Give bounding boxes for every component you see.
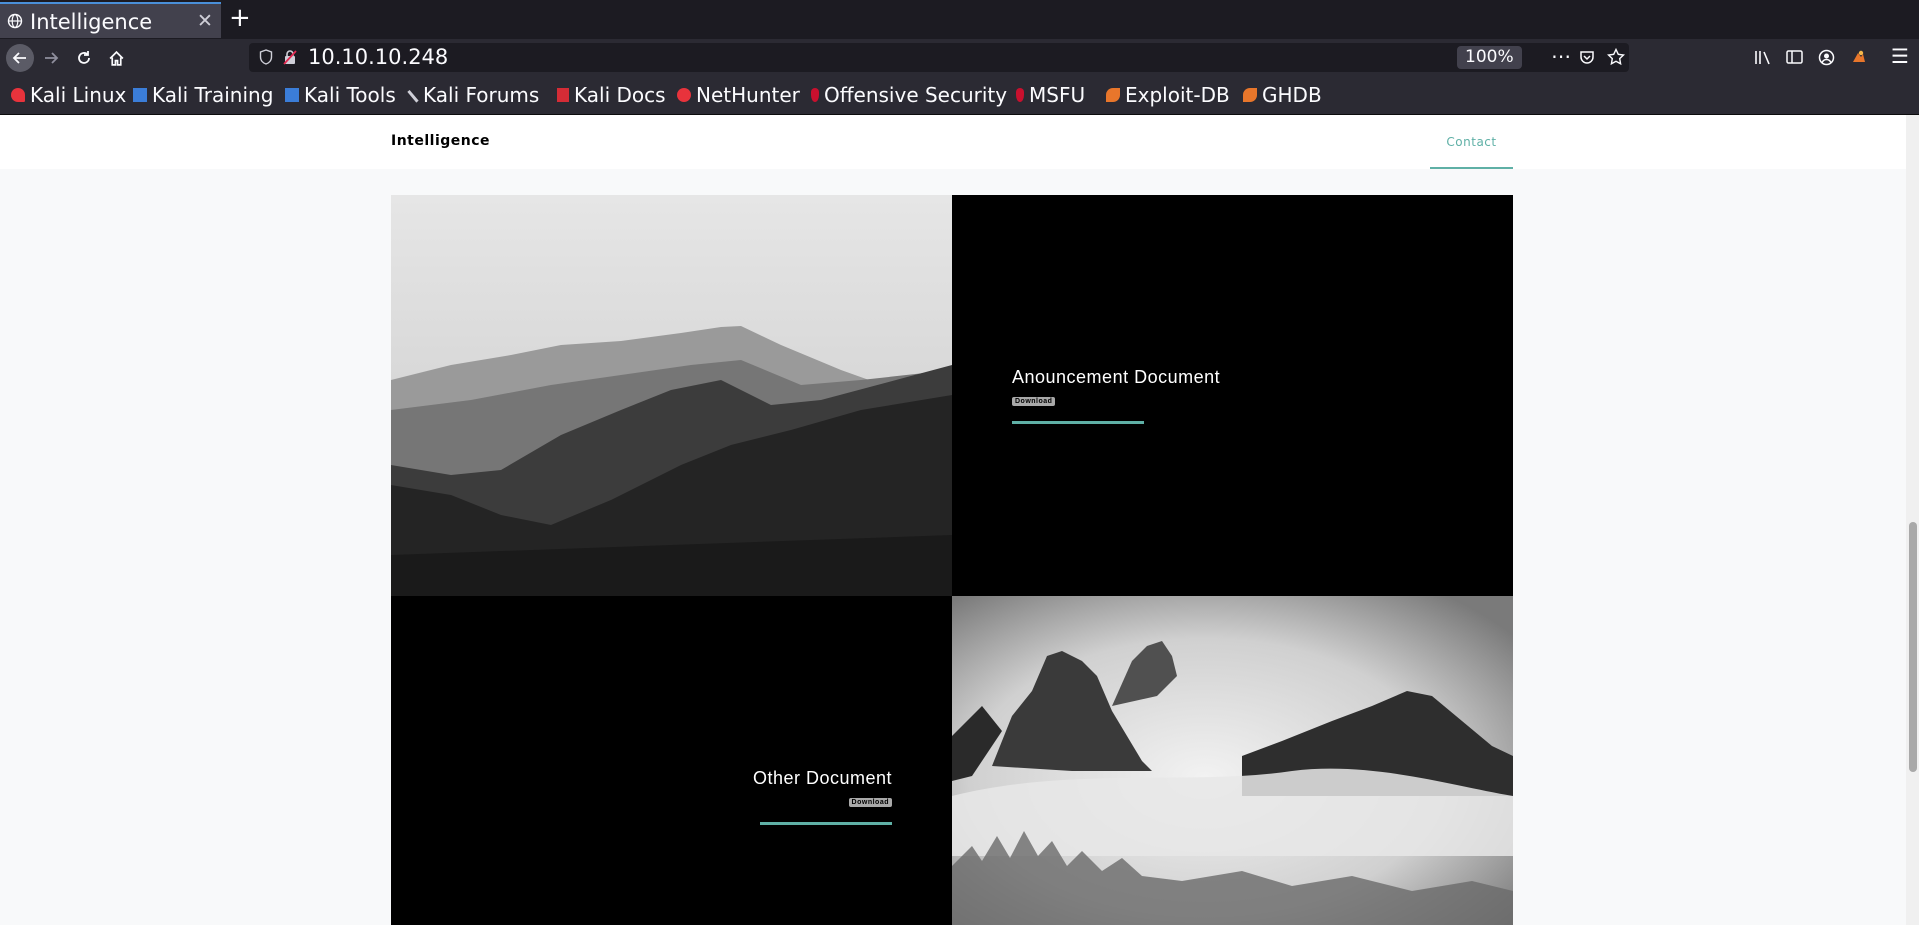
arrow-right-icon xyxy=(45,52,59,64)
pocket-icon[interactable] xyxy=(1579,49,1595,65)
accent-divider xyxy=(760,822,892,825)
bookmark-exploit-db[interactable]: Exploit-DB xyxy=(1106,83,1230,107)
msfu-icon xyxy=(1016,88,1024,102)
kali-tools-icon xyxy=(285,88,299,102)
tab-intelligence[interactable]: Intelligence ✕ xyxy=(0,2,221,38)
shield-icon xyxy=(259,49,273,65)
back-button[interactable] xyxy=(6,44,34,72)
bookmark-kali-tools[interactable]: Kali Tools xyxy=(285,83,396,107)
bookmark-kali-forums[interactable]: Kali Forums xyxy=(407,83,539,107)
forward-button[interactable] xyxy=(38,45,64,71)
kali-dragon-icon xyxy=(11,88,25,102)
arrow-left-icon xyxy=(12,52,26,64)
tab-strip: Intelligence ✕ + xyxy=(0,0,1919,39)
bookmark-offensive-security[interactable]: Offensive Security xyxy=(811,83,1007,107)
tab-title: Intelligence xyxy=(30,10,153,34)
announcement-document-card: Anouncement Document Download xyxy=(952,195,1513,596)
offsec-icon xyxy=(811,88,819,102)
bookmark-nethunter[interactable]: NetHunter xyxy=(677,83,800,107)
globe-icon xyxy=(7,13,23,29)
url-text: 10.10.10.248 xyxy=(308,45,449,69)
site-brand[interactable]: Intelligence xyxy=(391,133,490,149)
document-title: Anouncement Document xyxy=(1012,367,1221,387)
library-icon[interactable] xyxy=(1754,49,1772,66)
page-content: Intelligence Contact Anouncement Documen… xyxy=(0,115,1906,925)
exploit-db-icon xyxy=(1106,88,1120,102)
scrollbar-thumb[interactable] xyxy=(1909,522,1917,772)
star-bookmark-icon[interactable] xyxy=(1607,48,1625,66)
download-button[interactable]: Download xyxy=(1012,397,1056,406)
mountain-ridges-photo xyxy=(391,195,952,596)
nav-contact-link[interactable]: Contact xyxy=(1430,115,1513,169)
url-bar[interactable]: 10.10.10.248 100% ⋯ xyxy=(249,43,1629,72)
accent-divider xyxy=(1012,421,1144,424)
menu-hamburger-icon[interactable]: ☰ xyxy=(1891,44,1909,68)
other-document-card: Other Document Download xyxy=(391,596,952,925)
mountain-image xyxy=(391,195,952,596)
home-icon xyxy=(109,50,123,66)
page-scrollbar[interactable] xyxy=(1906,115,1919,925)
navigation-toolbar: 10.10.10.248 100% ⋯ ☰ xyxy=(0,39,1919,76)
bookmarks-toolbar: Kali Linux Kali Training Kali Tools Kali… xyxy=(0,76,1919,115)
kali-docs-icon xyxy=(557,88,569,102)
reload-button[interactable] xyxy=(71,45,97,71)
download-button[interactable]: Download xyxy=(848,798,892,807)
misty-peaks-photo xyxy=(952,596,1513,925)
browser-chrome: Intelligence ✕ + 10.10.10.248 100% ⋯ ☰ K… xyxy=(0,0,1919,115)
bookmark-kali-docs[interactable]: Kali Docs xyxy=(557,83,666,107)
page-actions-icon[interactable]: ⋯ xyxy=(1551,44,1571,68)
kali-training-icon xyxy=(133,88,147,102)
bookmark-kali-training[interactable]: Kali Training xyxy=(133,83,273,107)
home-button[interactable] xyxy=(103,45,129,71)
account-icon[interactable] xyxy=(1818,49,1835,66)
sidebar-icon[interactable] xyxy=(1786,49,1803,65)
reload-icon xyxy=(78,51,90,64)
misty-mountain-image xyxy=(952,596,1513,925)
new-tab-button[interactable]: + xyxy=(229,3,251,33)
zoom-level-button[interactable]: 100% xyxy=(1457,46,1522,69)
document-title: Other Document xyxy=(752,768,892,788)
nethunter-icon xyxy=(677,88,691,102)
bookmark-msfu[interactable]: MSFU xyxy=(1016,83,1085,107)
kali-forums-icon xyxy=(407,87,422,103)
insecure-lock-icon xyxy=(283,50,297,65)
bookmark-kali-linux[interactable]: Kali Linux xyxy=(11,83,126,107)
site-header: Intelligence Contact xyxy=(0,115,1906,169)
ghdb-icon xyxy=(1243,88,1257,102)
bookmark-ghdb[interactable]: GHDB xyxy=(1243,83,1322,107)
close-tab-icon[interactable]: ✕ xyxy=(197,10,213,32)
extension-icon[interactable] xyxy=(1850,48,1868,66)
